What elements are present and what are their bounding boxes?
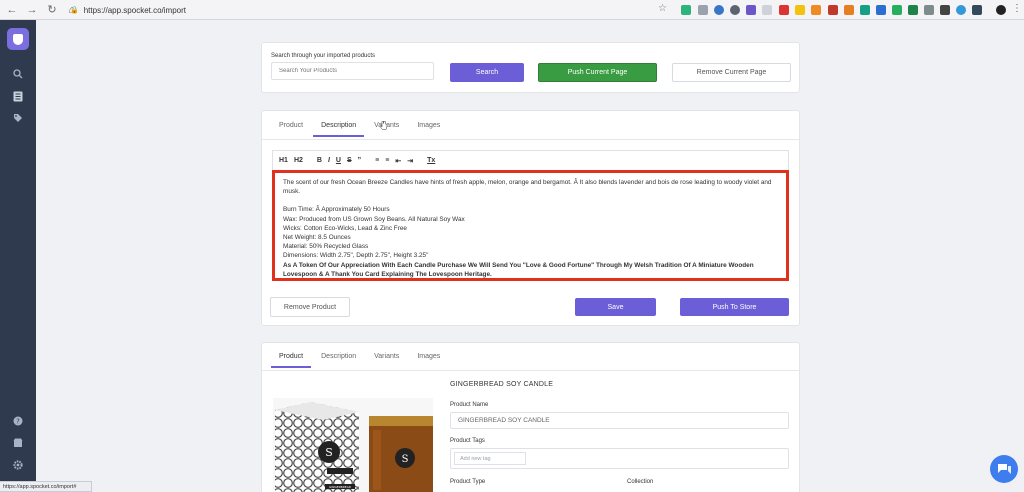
extension-icon[interactable]	[860, 5, 870, 15]
product-tabs: Product Description Variants Images	[270, 353, 458, 368]
quote-button[interactable]: ”	[358, 157, 362, 164]
mouse-cursor-icon	[380, 121, 388, 130]
push-to-store-button[interactable]: Push To Store	[680, 298, 789, 316]
underline-button[interactable]: U	[336, 157, 341, 164]
tab-description[interactable]: Description	[313, 122, 365, 137]
tab-images[interactable]: Images	[417, 122, 440, 137]
extension-icon[interactable]	[746, 5, 756, 15]
extension-icon[interactable]	[730, 5, 740, 15]
extension-icon[interactable]	[795, 5, 805, 15]
extension-icon[interactable]	[844, 5, 854, 15]
description-line: Net Weight: 8.5 Ounces	[283, 234, 351, 242]
back-icon[interactable]: ←	[4, 2, 20, 18]
description-line: Dimensions: Width 2.75", Depth 2.75", He…	[283, 252, 429, 260]
address-bar[interactable]: 🔒 https://app.spocket.co/import	[70, 3, 670, 17]
browser-toolbar: ← → ↻ ⌂ 🔒 https://app.spocket.co/import …	[0, 0, 1024, 20]
extension-icon[interactable]	[811, 5, 821, 15]
svg-text:S: S	[402, 454, 409, 465]
chat-icon	[998, 464, 1011, 474]
edit-tabs: Product Description Variants Images	[279, 122, 458, 137]
search-label: Search through your imported products	[271, 53, 376, 59]
spocket-logo[interactable]	[7, 28, 29, 50]
svg-text:?: ?	[16, 418, 20, 426]
settings-gear-icon[interactable]	[10, 457, 26, 473]
svg-text:S: S	[325, 446, 333, 459]
description-editor[interactable]: The scent of our fresh Ocean Breeze Cand…	[272, 170, 789, 281]
tab-images[interactable]: Images	[417, 353, 440, 368]
help-icon[interactable]: ?	[10, 413, 26, 429]
extension-icon[interactable]	[762, 5, 772, 15]
tab-divider	[262, 370, 799, 371]
tab-divider	[262, 139, 799, 140]
image-box-text: GINGERBREAD	[329, 485, 352, 489]
forward-icon[interactable]: →	[24, 2, 40, 18]
extension-icon[interactable]	[876, 5, 886, 15]
lock-icon: 🔒	[70, 7, 79, 14]
import-list-icon[interactable]	[10, 88, 26, 104]
italic-button[interactable]: I	[328, 157, 330, 164]
extension-icon[interactable]	[698, 5, 708, 15]
bookmark-star-icon[interactable]: ☆	[658, 3, 667, 14]
collection-label: Collection	[627, 479, 654, 485]
extension-icon[interactable]	[779, 5, 789, 15]
ordered-list-button[interactable]: ≡	[375, 157, 379, 164]
clear-format-button[interactable]: Tx	[427, 157, 435, 164]
tag-icon[interactable]	[10, 110, 26, 126]
extension-icon[interactable]	[892, 5, 902, 15]
bold-button[interactable]: B	[317, 157, 322, 164]
outdent-button[interactable]: ⇤	[395, 157, 401, 165]
product-name-field[interactable]: GINGERBREAD SOY CANDLE	[450, 412, 789, 429]
editor-toolbar: H1 H2 B I U S ” ≡ ≡ ⇤ ⇥ Tx	[272, 150, 789, 170]
description-bold-text: As A Token Of Our Appreciation With Each…	[283, 261, 754, 278]
main-content: Search through your imported products Se…	[36, 20, 1024, 492]
extension-icon[interactable]	[924, 5, 934, 15]
browser-menu-icon[interactable]: ⋮	[1012, 3, 1022, 14]
url-text: https://app.spocket.co/import	[83, 5, 186, 15]
add-tag-input[interactable]: Add new tag	[454, 452, 526, 465]
heading1-button[interactable]: H1	[279, 157, 288, 164]
heading2-button[interactable]: H2	[294, 157, 303, 164]
extension-icon[interactable]	[908, 5, 918, 15]
description-line: Burn Time: Â Approximately 50 Hours	[283, 206, 390, 214]
description-line: Material: 50% Recycled Glass	[283, 243, 369, 251]
search-icon[interactable]	[10, 66, 26, 82]
extension-icon[interactable]	[828, 5, 838, 15]
chat-button[interactable]	[990, 455, 1018, 483]
description-intro: The scent of our fresh Ocean Breeze Cand…	[283, 179, 772, 196]
product-tags-label: Product Tags	[450, 438, 485, 444]
product-image[interactable]: S S GINGERBREAD	[273, 398, 433, 492]
remove-current-page-button[interactable]: Remove Current Page	[672, 63, 791, 82]
store-icon[interactable]	[10, 435, 26, 451]
extension-icon[interactable]	[681, 5, 691, 15]
reload-icon[interactable]: ↻	[44, 2, 60, 18]
link-status-bar: https://app.spocket.co/import#	[0, 481, 92, 492]
search-button[interactable]: Search	[450, 63, 524, 82]
app-sidebar: ?	[0, 20, 36, 492]
extension-icon[interactable]	[956, 5, 966, 15]
tab-variants[interactable]: Variants	[374, 353, 399, 368]
tab-description[interactable]: Description	[321, 353, 356, 368]
bullet-list-button[interactable]: ≡	[385, 157, 389, 164]
save-button[interactable]: Save	[575, 298, 656, 316]
product-type-label: Product Type	[450, 479, 486, 485]
indent-button[interactable]: ⇥	[407, 157, 413, 165]
product-name-label: Product Name	[450, 402, 489, 408]
tab-product[interactable]: Product	[270, 353, 312, 368]
description-line: Wicks: Cotton Eco-Wicks, Lead & Zinc Fre…	[283, 224, 407, 232]
description-line: Wax: Produced from US Grown Soy Beans. A…	[283, 215, 465, 223]
extension-icon[interactable]	[714, 5, 724, 15]
strikethrough-button[interactable]: S	[347, 157, 352, 164]
product-title: GINGERBREAD SOY CANDLE	[450, 381, 554, 388]
tab-product[interactable]: Product	[279, 122, 303, 137]
search-input[interactable]	[271, 62, 434, 80]
extension-icon[interactable]	[972, 5, 982, 15]
push-current-page-button[interactable]: Push Current Page	[538, 63, 657, 82]
extension-icon[interactable]	[940, 5, 950, 15]
remove-product-button[interactable]: Remove Product	[270, 297, 350, 317]
extension-icon[interactable]	[996, 5, 1006, 15]
